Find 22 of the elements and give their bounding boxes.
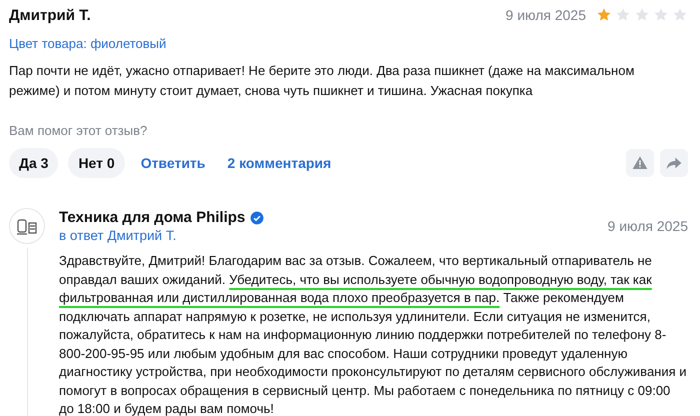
share-button[interactable] [660, 149, 688, 177]
reply-text: Здравствуйте, Дмитрий! Благодарим вас за отзыв. Сожалеем, что вертикальный отпариватель не оправдал ваших ожиданий. Убедитесь, что вы используете обычную водопроводную воду, так как фильтрованная или дистиллированная вода плохо преобразуется в пар. Также рекомендуем подключать аппарат напрямую к розетке, не используя удлинители. Если ситуация не изменится, пожалуйста, обратитесь к нам на информационную линию поддержки потребителей по телефону 8-800-200-95-95 или любым удобным для вас способом. Наши сотрудники проведут удаленную диагностику устройства, при необходимости проконсультируют по деталям сервисного обслуживания и помогут в вопросах обращения в сервисный центр. Мы работаем с понедельника по пятницу с 09:00 до 18:00 и будем рады вам помочь! [59, 252, 687, 416]
reply-to-link[interactable]: в ответ Дмитрий Т. [59, 228, 608, 243]
review-text: Пар почти не идёт, ужасно отпаривает! Не берите это люди. Два раза пшикнет (даже на максимальном режиме) и потом минуту стоит думает, снова чуть пшикнет и тишина. Ужасная покупка [9, 62, 636, 100]
link[interactable]: 2 комментария [221, 155, 338, 171]
author-name: Дмитрий Т. [9, 6, 91, 24]
warning-icon [632, 155, 648, 171]
star-icon [653, 7, 669, 23]
star-icon [672, 7, 688, 23]
star-icon [634, 7, 650, 23]
link[interactable]: Ответить [134, 155, 212, 171]
review-date: 9 июля 2025 [506, 7, 586, 23]
vote-button[interactable]: Да 3 [9, 148, 58, 178]
report-button[interactable] [626, 149, 654, 177]
star-icon [596, 7, 612, 23]
vote-button[interactable]: Нет 0 [68, 148, 125, 178]
share-arrow-icon [666, 155, 682, 171]
star-icon [615, 7, 631, 23]
product-color-link[interactable]: Цвет товара: фиолетовый [9, 36, 688, 51]
seller-name: Техника для дома Philips [59, 209, 246, 226]
reply-date: 9 июля 2025 [608, 218, 688, 234]
helpful-question: Вам помог этот отзыв? [9, 123, 148, 138]
